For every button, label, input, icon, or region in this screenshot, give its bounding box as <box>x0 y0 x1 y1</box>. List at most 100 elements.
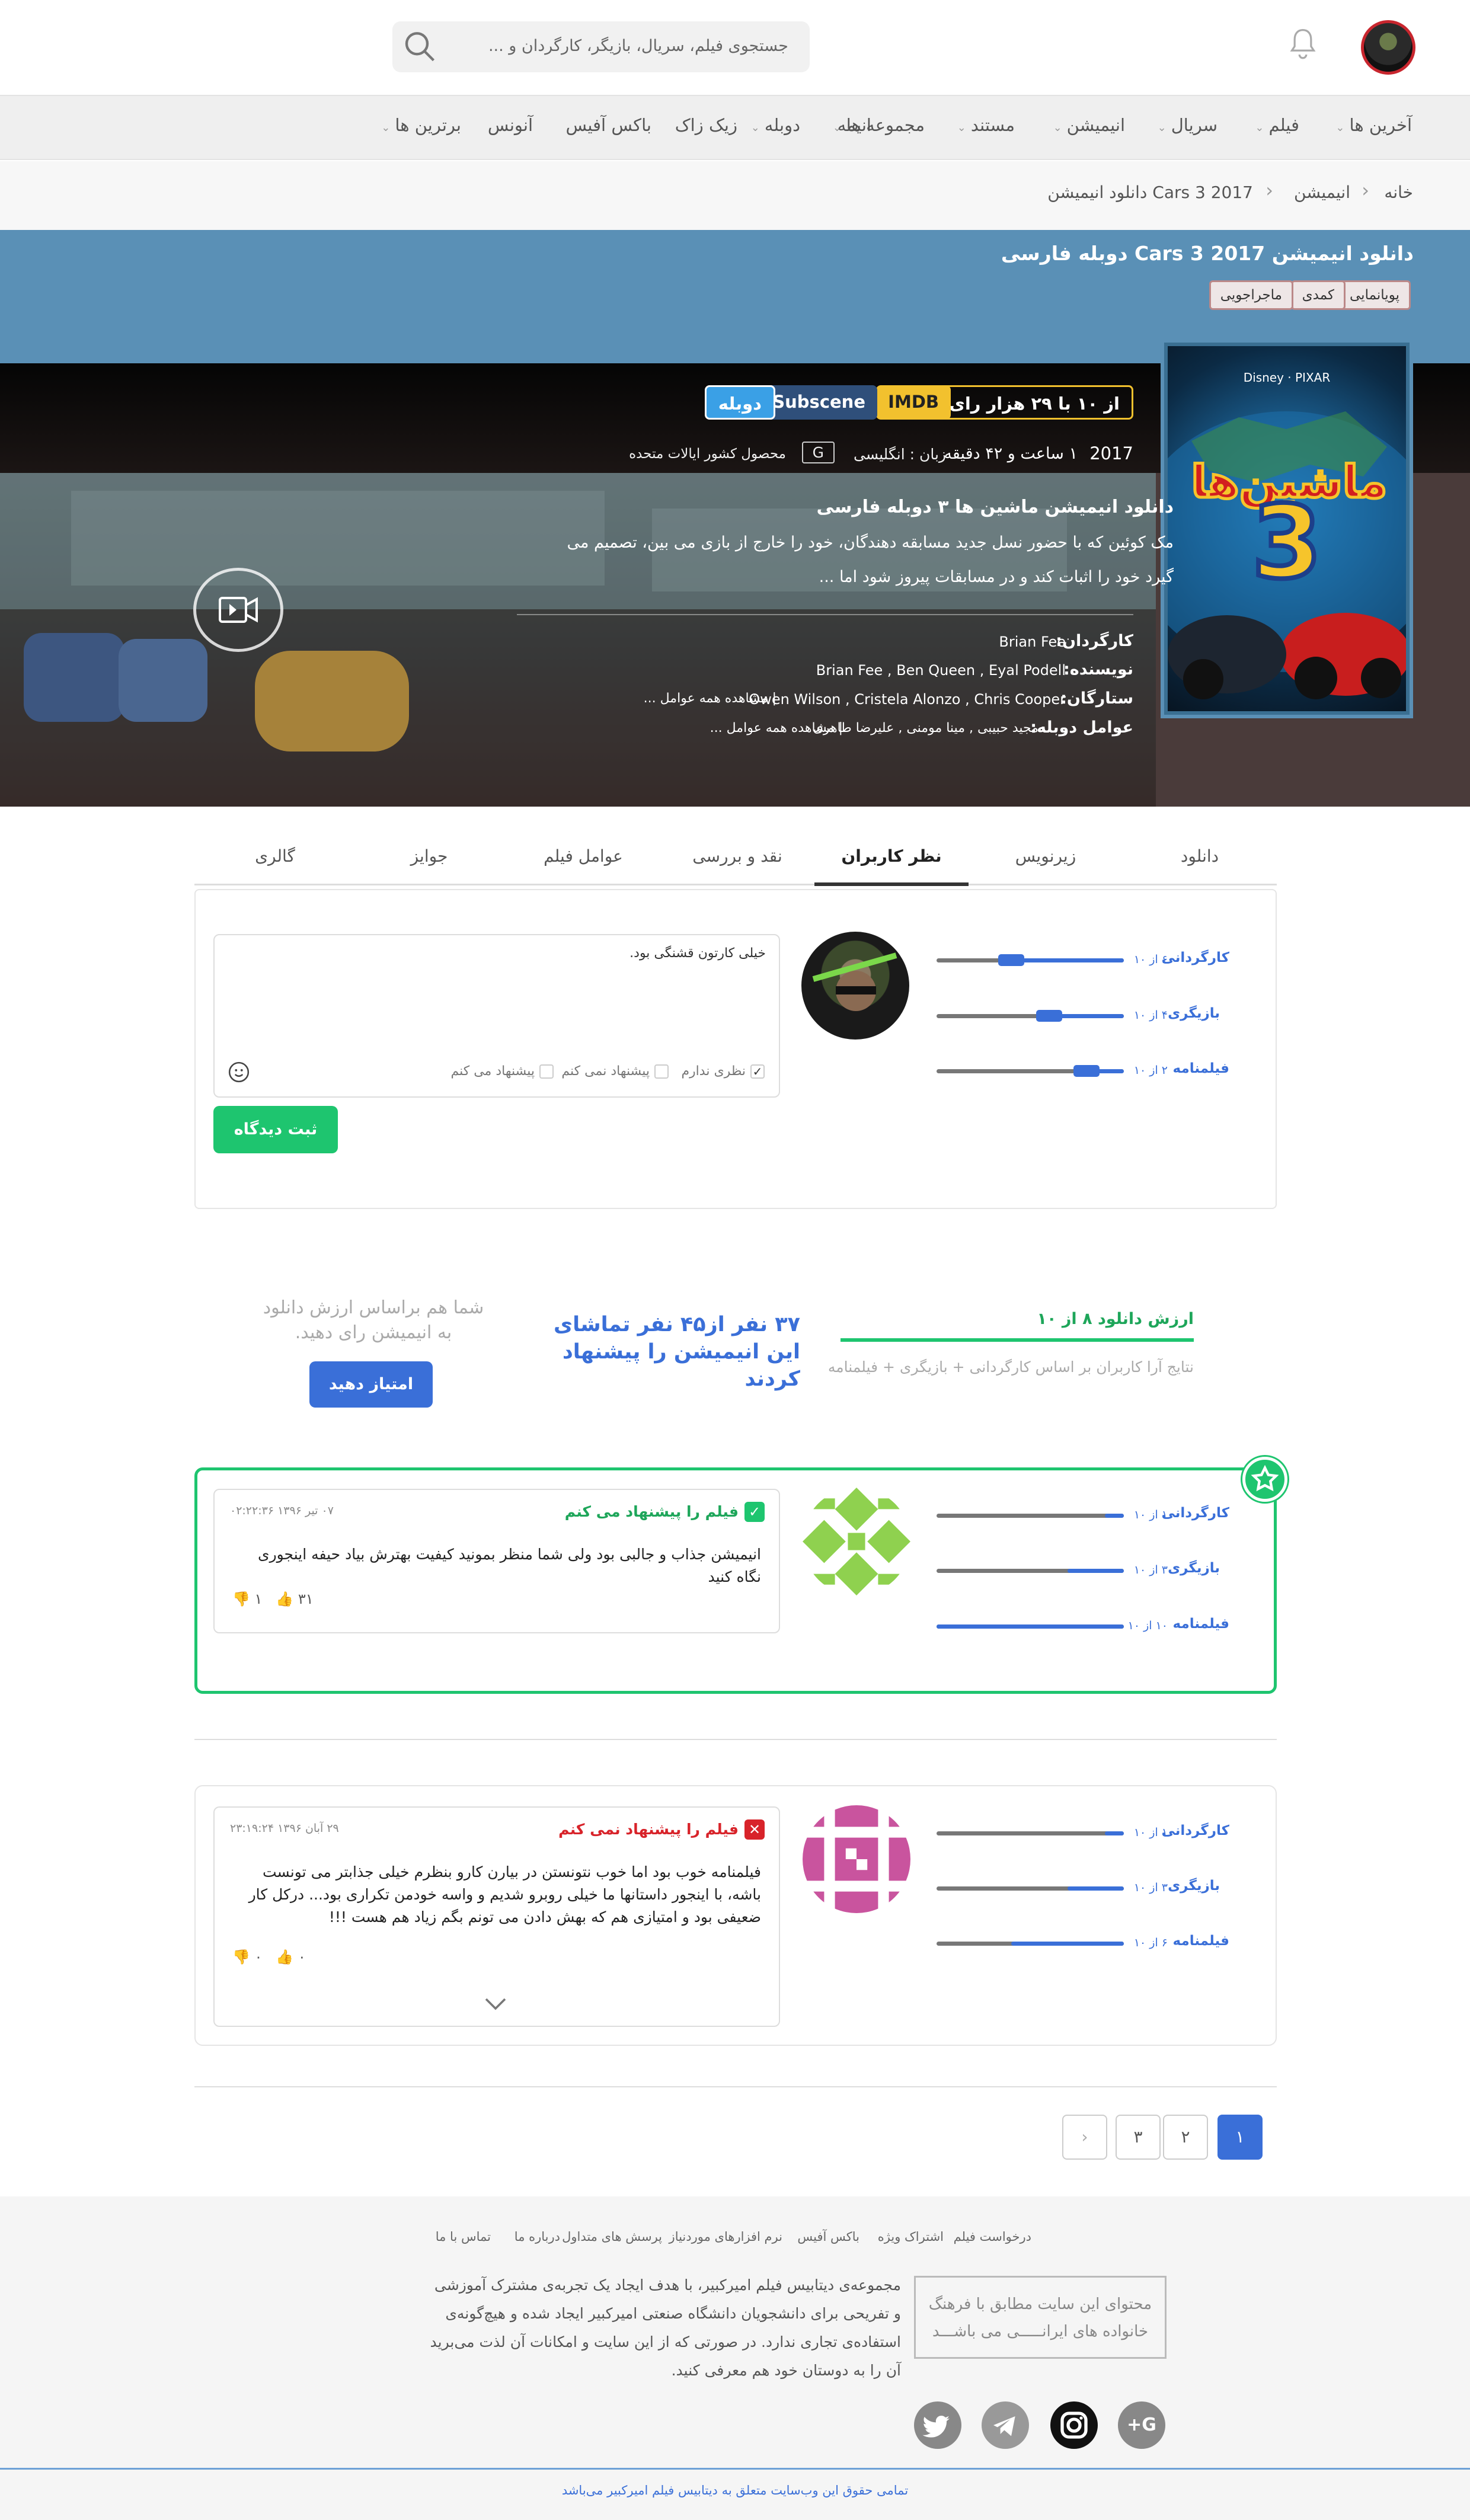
nav-item-anime[interactable]: انیمه <box>838 115 871 135</box>
writer-names[interactable]: Brian Fee , Ben Queen , Eyal Podell <box>816 662 1066 679</box>
thumbs-down-icon[interactable]: 👎 <box>232 1949 250 1965</box>
content-tabs: دانلود زیرنویس نظر کاربران نقد و بررسی ع… <box>194 833 1277 886</box>
user-avatar[interactable] <box>1361 20 1415 75</box>
slider-handle[interactable] <box>1073 1065 1100 1077</box>
chevron-left-icon: ‹ <box>1362 179 1369 202</box>
tab-awards[interactable]: جوایز <box>352 846 506 866</box>
genre-tag-comedy[interactable]: کمدی <box>1290 280 1346 310</box>
review1-label-direction: کارگردانی <box>1161 1505 1229 1521</box>
checkbox-no-opinion[interactable]: ✓نظری ندارم <box>681 1064 765 1079</box>
tab-critique[interactable]: نقد و بررسی <box>660 846 814 866</box>
rate-label-direction: کارگردانی <box>1161 950 1229 965</box>
footer-link-request[interactable]: درخواست فیلم <box>954 2230 1031 2244</box>
thumbs-up-icon[interactable]: 👍 <box>276 1591 293 1607</box>
nav-item-trailer[interactable]: آنونس <box>488 115 533 135</box>
movie-duration: ۱ ساعت و ۴۲ دقیقه <box>944 444 1078 463</box>
rate-now-button[interactable]: امتیاز دهید <box>309 1361 433 1408</box>
nav-item-top[interactable]: برترین ها⌄ <box>381 115 461 135</box>
page-title: دانلود انیمیشن Cars 3 2017 دوبله فارسی <box>1001 242 1414 265</box>
imdb-link[interactable]: IMDB <box>876 385 951 420</box>
tab-cast[interactable]: عوامل فیلم <box>506 846 660 866</box>
dubbed-badge: دوبله <box>704 385 775 420</box>
star-icon <box>1251 1464 1279 1492</box>
review2-bar-acting <box>937 1886 1124 1891</box>
breadcrumb-home[interactable]: خانه <box>1384 183 1413 202</box>
hero-divider <box>517 614 1133 615</box>
director-name[interactable]: Brian Fee <box>999 634 1066 650</box>
nav-item-zigzag[interactable]: زیک زاک <box>675 115 737 135</box>
search-icon[interactable] <box>398 26 440 68</box>
nav-item-animation[interactable]: انیمیشن⌄ <box>1053 115 1125 135</box>
page-2-button[interactable]: ۲ <box>1163 2115 1208 2160</box>
rate-slider-screenplay[interactable] <box>937 1065 1124 1077</box>
nav-item-film[interactable]: فیلم⌄ <box>1255 115 1299 135</box>
chevron-left-icon: ‹ <box>1266 179 1273 202</box>
thumbs-up-icon[interactable]: 👍 <box>276 1949 293 1965</box>
instagram-icon[interactable] <box>1050 2401 1098 2449</box>
review2-score-acting: ۳ از ۱۰ <box>1133 1881 1168 1894</box>
stars-see-all-link[interactable]: | مشاهده همه عوامل ... <box>644 691 776 706</box>
slider-handle[interactable] <box>1036 1010 1062 1022</box>
genre-tag-adventure[interactable]: ماجراجویی <box>1209 280 1293 310</box>
nav-item-latest[interactable]: آخرین ها⌄ <box>1335 115 1412 135</box>
review2-verdict: ✕فیلم را پیشنهاد نمی کنم <box>558 1819 765 1840</box>
tab-user-reviews[interactable]: نظر کاربران <box>814 846 969 866</box>
rate-slider-direction[interactable] <box>937 954 1124 966</box>
rate-slider-acting[interactable] <box>937 1010 1124 1022</box>
review1-bar-acting <box>937 1569 1124 1573</box>
footer-link-contact[interactable]: تماس با ما <box>436 2230 491 2244</box>
tab-subtitles[interactable]: زیرنویس <box>969 846 1123 866</box>
current-user-avatar <box>801 932 909 1040</box>
download-value-title: ارزش دانلود ۸ از ۱۰ <box>1037 1310 1194 1328</box>
trailer-play-button[interactable] <box>193 568 283 652</box>
page-1-button[interactable]: ۱ <box>1217 2115 1263 2160</box>
dub-crew-names[interactable]: مجید حبیبی , مینا مومنی , علیرضا طاهری <box>813 721 1038 735</box>
footer-link-faq[interactable]: پرسش های متداول <box>562 2230 662 2244</box>
age-rating: G <box>801 442 835 463</box>
page-3-button[interactable]: ۳ <box>1116 2115 1161 2160</box>
tab-download[interactable]: دانلود <box>1123 846 1277 866</box>
checkbox-not-recommend[interactable]: پیشنهاد نمی کنم <box>561 1064 669 1079</box>
footer-link-boxoffice[interactable]: باکس آفیس <box>797 2230 859 2244</box>
google-plus-icon[interactable]: G+ <box>1118 2401 1165 2449</box>
featured-star-badge <box>1242 1457 1287 1502</box>
footer-link-software[interactable]: نرم افزارهای موردنیاز <box>669 2230 782 2244</box>
nav-item-series[interactable]: سریال⌄ <box>1158 115 1217 135</box>
tab-gallery[interactable]: گالری <box>198 846 352 866</box>
review1-likes: ۳۱ <box>298 1591 314 1607</box>
twitter-icon[interactable] <box>914 2401 961 2449</box>
nav-item-dubbed[interactable]: دوبله⌄ <box>751 115 800 135</box>
prev-page-button[interactable]: ‹ <box>1062 2115 1107 2160</box>
movie-poster: Disney · PIXAR ماشین‌ها 3 <box>1161 339 1413 718</box>
subscene-link[interactable]: Subscene <box>760 385 877 420</box>
telegram-icon[interactable] <box>982 2401 1029 2449</box>
checkbox-recommend[interactable]: پیشنهاد می کنم <box>450 1064 554 1079</box>
breadcrumb-animation[interactable]: انیمیشن <box>1294 183 1350 202</box>
review1-label-screenplay: فیلمنامه <box>1172 1616 1229 1632</box>
footer-link-about[interactable]: درباره ما <box>514 2230 560 2244</box>
comment-textarea[interactable]: خیلی کارتون قشنگی بود. ✓نظری ندارم پیشنه… <box>213 934 780 1098</box>
review1-bar-direction <box>937 1514 1124 1518</box>
movie-still-background <box>0 473 1156 807</box>
thumbs-down-icon[interactable]: 👎 <box>232 1591 250 1607</box>
chevron-down-icon[interactable] <box>484 1995 507 2013</box>
star-names[interactable]: Owen Wilson , Cristela Alonzo , Chris Co… <box>749 691 1066 708</box>
rate-prompt: شما هم براساس ارزش دانلود به انیمیشن رای… <box>263 1297 484 1343</box>
dub-see-all-link[interactable]: | مشاهده همه عوامل ... <box>710 721 843 735</box>
nav-item-boxoffice[interactable]: باکس آفیس <box>565 115 651 135</box>
nav-item-documentary[interactable]: مستند⌄ <box>957 115 1015 135</box>
genre-tag-animation[interactable]: پویانمایی <box>1338 280 1411 310</box>
review-bar-fill <box>1105 1831 1124 1835</box>
footer-link-vip[interactable]: اشتراک ویژه <box>878 2230 944 2244</box>
download-value-bar <box>841 1338 1194 1342</box>
bell-icon[interactable] <box>1286 27 1319 63</box>
poster-number: 3 <box>1252 484 1322 602</box>
recommend-count: ۳۷ نفر از۴۵ نفر تماشای این انیمیشن را پی… <box>554 1313 800 1391</box>
submit-comment-button[interactable]: ثبت دیدگاه <box>213 1106 338 1153</box>
emoji-icon[interactable] <box>228 1061 250 1083</box>
review1-score-direction: ۱ از ۱۰ <box>1133 1508 1168 1521</box>
review1-dislikes: ۱ <box>254 1591 263 1607</box>
search-input[interactable]: جستجوی فیلم، سریال، بازیگر، کارگردان و .… <box>392 21 810 72</box>
slider-handle[interactable] <box>998 954 1024 966</box>
review1-identicon-avatar <box>803 1488 910 1595</box>
